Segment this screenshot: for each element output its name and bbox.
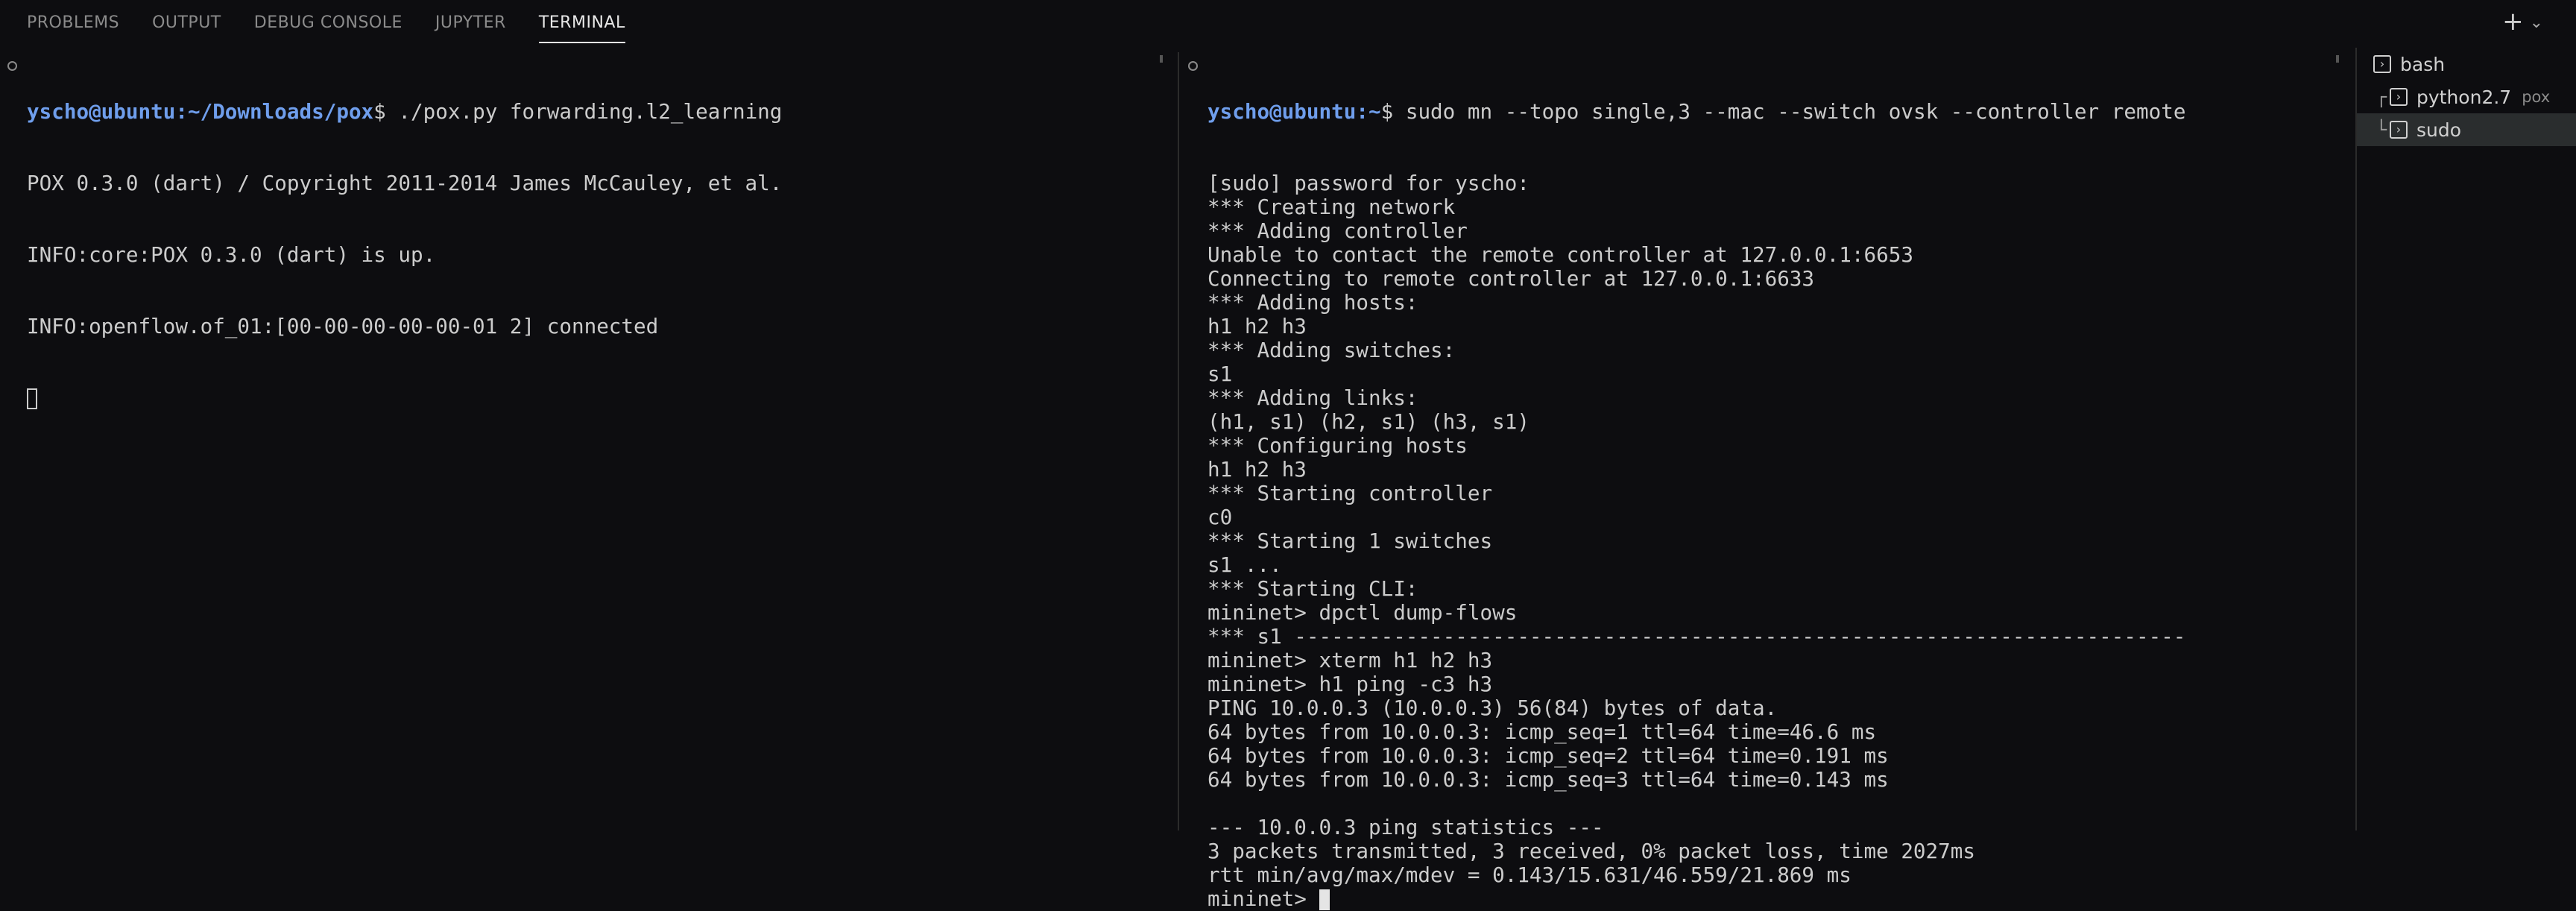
terminal-line: INFO:core:POX 0.3.0 (dart) is up. [27,242,436,267]
terminal-line: *** s1 ---------------------------------… [1208,624,2186,649]
terminal-line: mininet> dpctl dump-flows [1208,600,1518,625]
terminal-line: mininet> h1 ping -c3 h3 [1208,672,1493,696]
terminal-icon: › [2373,55,2391,73]
terminal-tab-label: bash [2400,53,2446,75]
terminal-tab-label: python2.7 [2416,86,2512,108]
tab-terminal[interactable]: TERMINAL [538,0,625,46]
tab-output[interactable]: OUTPUT [152,0,221,46]
terminal-line: c0 [1208,505,1233,529]
terminal-tab-label: sudo [2416,119,2462,141]
terminal-line: *** Starting controller [1208,481,1493,505]
scrollbar-thumb[interactable] [2336,55,2339,63]
terminal-cursor [1319,889,1330,910]
terminal-pane-pox[interactable]: yscho@ubuntu:~/Downloads/pox$ ./pox.py f… [0,52,1175,830]
terminal-line: *** Adding hosts: [1208,290,1418,315]
plus-icon: + [2502,7,2524,37]
prompt-command: sudo mn --topo single,3 --mac --switch o… [1393,99,2186,124]
terminal-line: h1 h2 h3 [1208,314,1307,338]
pane-status-dot-icon [7,61,17,71]
new-terminal-button[interactable]: + ⌄ [2502,9,2543,34]
terminal-line: 64 bytes from 10.0.0.3: icmp_seq=3 ttl=6… [1208,767,1889,792]
terminal-line: *** Adding controller [1208,218,1468,243]
terminal-line: s1 ... [1208,552,1282,577]
terminal-line: *** Configuring hosts [1208,433,1468,458]
prompt-path: :~ [1356,99,1381,124]
terminal-tabs-list: › bash ┌ › python2.7 pox └ › sudo [2355,48,2576,830]
terminal-icon: › [2390,121,2408,139]
terminal-line: *** Creating network [1208,195,1456,219]
tab-problems[interactable]: PROBLEMS [27,0,119,46]
terminal-line: 64 bytes from 10.0.0.3: icmp_seq=2 ttl=6… [1208,743,1889,768]
terminal-line: (h1, s1) (h2, s1) (h3, s1) [1208,409,1530,434]
terminal-line: *** Adding switches: [1208,338,1456,362]
prompt-user-host: yscho@ubuntu [27,99,176,124]
terminal-pane-mininet[interactable]: yscho@ubuntu:~$ sudo mn --topo single,3 … [1178,52,2357,911]
terminal-line: [sudo] password for yscho: [1208,171,1530,195]
prompt-symbol: $ [373,99,386,124]
panel-tab-bar: PROBLEMS OUTPUT DEBUG CONSOLE JUPYTER TE… [0,0,2576,48]
pane-status-dot-icon [1188,61,1198,71]
terminal-tab-bash[interactable]: › bash [2357,48,2576,81]
terminal-cursor [27,388,37,409]
terminal-tab-cwd: pox [2522,88,2551,106]
terminal-line: POX 0.3.0 (dart) / Copyright 2011-2014 J… [27,171,783,195]
tree-connector-icon: ┌ [2375,86,2387,107]
terminal-tab-sudo[interactable]: └ › sudo [2357,113,2576,146]
terminal-cursor-line [27,386,782,410]
tab-jupyter[interactable]: JUPYTER [435,0,506,46]
terminal-line: 64 bytes from 10.0.0.3: icmp_seq=1 ttl=6… [1208,719,1877,744]
terminal-tab-python[interactable]: ┌ › python2.7 pox [2357,81,2576,113]
chevron-down-icon[interactable]: ⌄ [2530,13,2543,32]
terminal-line: h1 h2 h3 [1208,457,1307,482]
terminal-input-line[interactable]: mininet> [1208,887,2185,911]
terminal-line: Unable to contact the remote controller … [1208,242,1913,267]
terminal-output: yscho@ubuntu:~$ sudo mn --topo single,3 … [1208,52,2185,911]
terminal-line: s1 [1208,362,1233,386]
terminal-line: INFO:openflow.of_01:[00-00-00-00-00-01 2… [27,314,659,338]
terminal-line: Connecting to remote controller at 127.0… [1208,266,1815,291]
terminal-line: *** Starting 1 switches [1208,529,1493,553]
terminal-icon: › [2390,88,2408,106]
prompt-user-host: yscho@ubuntu [1208,99,1357,124]
tab-debug-console[interactable]: DEBUG CONSOLE [254,0,402,46]
terminal-prompt-line: yscho@ubuntu:~$ sudo mn --topo single,3 … [1208,100,2185,124]
terminal-prompt-line: yscho@ubuntu:~/Downloads/pox$ ./pox.py f… [27,100,782,124]
mininet-prompt: mininet> [1208,886,1319,911]
terminal-line: *** Starting CLI: [1208,576,1418,601]
terminal-line: mininet> xterm h1 h2 h3 [1208,648,1493,672]
terminal-line: PING 10.0.0.3 (10.0.0.3) 56(84) bytes of… [1208,696,1778,720]
terminal-line: --- 10.0.0.3 ping statistics --- [1208,815,1604,839]
prompt-command: ./pox.py forwarding.l2_learning [385,99,783,124]
prompt-symbol: $ [1380,99,1394,124]
terminal-line: *** Adding links: [1208,385,1418,410]
tree-connector-icon: └ [2375,119,2387,140]
terminal-line: 3 packets transmitted, 3 received, 0% pa… [1208,839,1975,863]
terminal-line: rtt min/avg/max/mdev = 0.143/15.631/46.5… [1208,863,1852,887]
terminal-output: yscho@ubuntu:~/Downloads/pox$ ./pox.py f… [27,52,782,458]
prompt-path: :~/Downloads/pox [175,99,374,124]
scrollbar-thumb[interactable] [1160,55,1163,63]
